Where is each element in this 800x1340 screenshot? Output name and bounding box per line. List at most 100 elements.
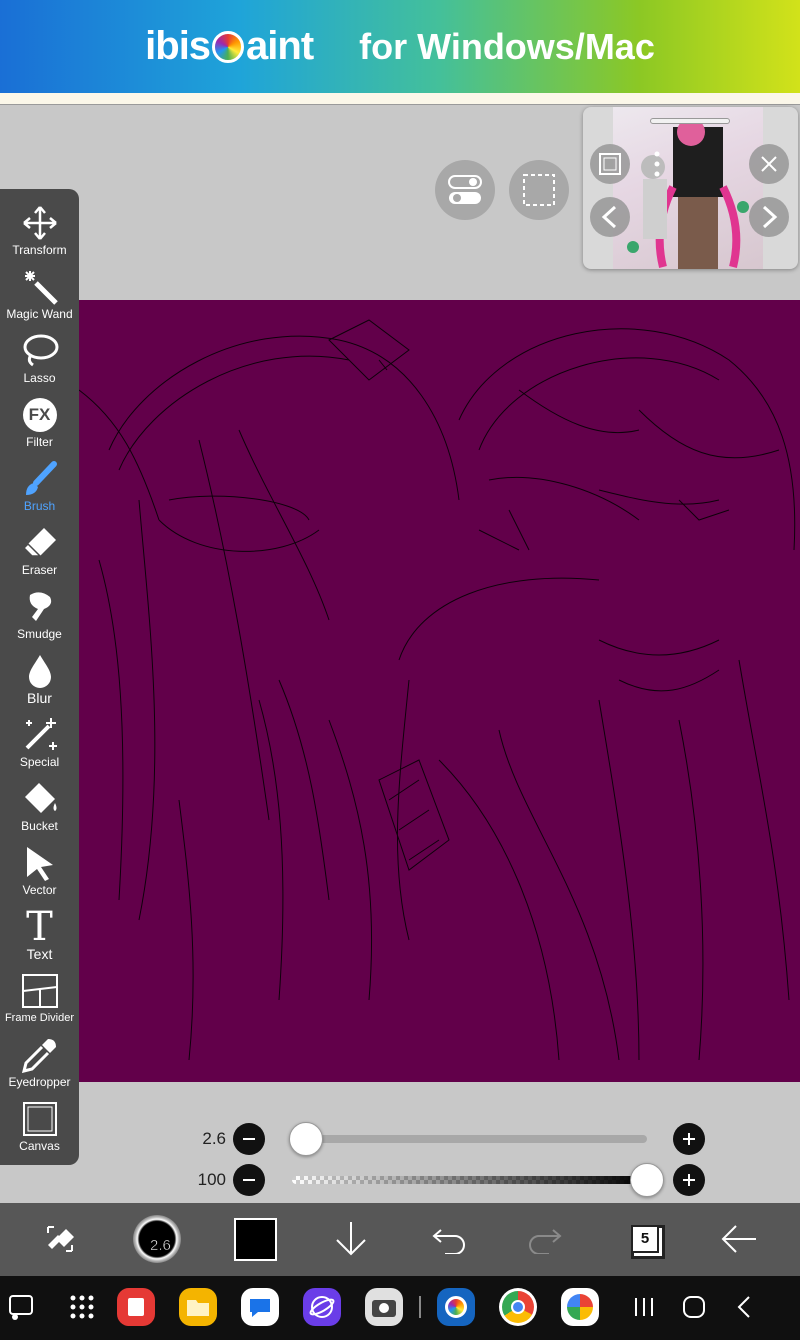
opacity-decrease-button[interactable]	[233, 1164, 265, 1196]
arrow-down-icon	[336, 1222, 366, 1256]
tool-eraser[interactable]: Eraser	[0, 521, 79, 585]
swap-tools-button[interactable]	[36, 1213, 84, 1265]
tool-transform[interactable]: Transform	[0, 201, 79, 265]
ad-banner[interactable]: ibis aint for Windows/Mac	[0, 0, 800, 93]
reference-window[interactable]	[583, 107, 798, 269]
tool-label: Transform	[12, 243, 67, 257]
reference-menu-button[interactable]	[642, 144, 672, 184]
tool-text[interactable]: T Text	[0, 905, 79, 969]
ibispaint-screen: ibis aint for Windows/Mac Transform Magi…	[0, 0, 800, 1340]
brush-size-preview-button[interactable]: 2.6	[132, 1213, 182, 1265]
reference-prev-button[interactable]	[590, 197, 630, 237]
ibispaint-logo: ibis aint	[145, 24, 314, 69]
selection-button[interactable]	[509, 160, 569, 220]
redo-button[interactable]	[522, 1213, 568, 1265]
current-color-swatch	[233, 1217, 277, 1261]
toggle-switch-icon	[448, 175, 482, 204]
internet-app-icon[interactable]	[303, 1288, 341, 1326]
brush-opacity-value: 100	[197, 1170, 226, 1189]
undo-button[interactable]	[426, 1213, 472, 1265]
tool-label: Eraser	[21, 563, 58, 577]
brand-suffix: aint	[246, 24, 314, 68]
tool-magic-wand[interactable]: Magic Wand	[0, 265, 79, 329]
tool-label: Vector	[22, 883, 57, 897]
brush-size-label: 2.6	[150, 1237, 171, 1255]
opacity-thumb[interactable]	[630, 1163, 664, 1197]
brush-size-track[interactable]	[292, 1135, 647, 1143]
tool-frame-divider[interactable]: Frame Divider	[0, 969, 79, 1033]
reference-image	[613, 107, 763, 269]
brush-size-value: 2.6	[202, 1129, 226, 1148]
close-icon	[761, 156, 777, 172]
hide-toolbar-button[interactable]	[328, 1213, 374, 1265]
reference-close-button[interactable]	[749, 144, 789, 184]
tool-filter[interactable]: FX Filter	[0, 393, 79, 457]
frame-divider-icon	[20, 971, 60, 1011]
text-glyph: T	[26, 904, 53, 950]
layer-toggle-button[interactable]	[435, 160, 495, 220]
recent-apps-icon[interactable]	[2, 1288, 40, 1326]
back-button[interactable]	[716, 1213, 762, 1265]
banner-divider	[0, 93, 800, 105]
bucket-icon	[20, 779, 60, 819]
tool-label: Magic Wand	[6, 307, 73, 321]
fx-glyph: FX	[22, 398, 57, 432]
tool-label: Text	[26, 946, 53, 962]
selection-dashed-icon	[523, 174, 555, 206]
smudge-icon	[20, 587, 60, 627]
photos-app-icon[interactable]	[561, 1288, 599, 1326]
nav-back-button[interactable]	[725, 1288, 763, 1326]
frame-square-icon	[599, 153, 621, 175]
chrome-app-icon[interactable]	[499, 1288, 537, 1326]
chevron-right-icon	[762, 205, 778, 229]
app-drawer-icon[interactable]	[63, 1288, 101, 1326]
canvas-icon	[20, 1099, 60, 1139]
reference-drag-handle[interactable]	[650, 118, 730, 124]
tool-vector[interactable]: Vector	[0, 841, 79, 905]
brush-size-decrease-button[interactable]	[233, 1123, 265, 1155]
brush-opacity-slider[interactable]: 100	[190, 1163, 710, 1197]
messages-app-icon[interactable]	[241, 1288, 279, 1326]
tool-smudge[interactable]: Smudge	[0, 585, 79, 649]
minus-icon	[243, 1138, 255, 1140]
layers-icon: 5	[631, 1225, 659, 1253]
plus-icon	[683, 1174, 695, 1186]
eraser-icon	[20, 523, 60, 563]
opacity-track[interactable]	[292, 1176, 647, 1184]
brush-size-thumb[interactable]	[289, 1122, 324, 1156]
tool-label: Filter	[26, 435, 53, 449]
drawing-canvas[interactable]	[79, 300, 800, 1082]
opacity-increase-button[interactable]	[673, 1164, 705, 1196]
reference-next-button[interactable]	[749, 197, 789, 237]
camera-app-icon[interactable]	[365, 1288, 403, 1326]
color-picker-button[interactable]	[232, 1213, 278, 1265]
tool-blur[interactable]: Blur	[0, 649, 79, 713]
tool-eyedropper[interactable]: Eyedropper	[0, 1033, 79, 1097]
recents-button[interactable]	[625, 1288, 663, 1326]
plus-icon	[683, 1133, 695, 1145]
home-button[interactable]	[675, 1288, 713, 1326]
tool-brush[interactable]: Brush	[0, 457, 79, 521]
brush-size-increase-button[interactable]	[673, 1123, 705, 1155]
tool-special[interactable]: Special	[0, 713, 79, 777]
notes-app-icon[interactable]	[117, 1288, 155, 1326]
minus-icon	[243, 1179, 255, 1181]
sketch-lines	[79, 319, 796, 1061]
tool-canvas[interactable]: Canvas	[0, 1097, 79, 1161]
vector-arrow-icon	[20, 843, 60, 883]
tool-lasso[interactable]: Lasso	[0, 329, 79, 393]
brush-size-slider[interactable]: 2.6	[190, 1122, 710, 1156]
brand-prefix: ibis	[145, 24, 211, 68]
files-app-icon[interactable]	[179, 1288, 217, 1326]
magic-wand-icon	[20, 267, 60, 307]
tool-bucket[interactable]: Bucket	[0, 777, 79, 841]
reference-frame-button[interactable]	[590, 144, 630, 184]
fx-icon: FX	[20, 395, 60, 435]
system-taskbar	[0, 1276, 800, 1340]
text-icon: T	[20, 907, 60, 947]
ibispaint-app-icon[interactable]	[437, 1288, 475, 1326]
redo-icon	[529, 1229, 562, 1254]
layers-button[interactable]: 5	[622, 1213, 668, 1265]
tool-label: Frame Divider	[4, 1012, 75, 1024]
move-arrows-icon	[20, 203, 60, 243]
